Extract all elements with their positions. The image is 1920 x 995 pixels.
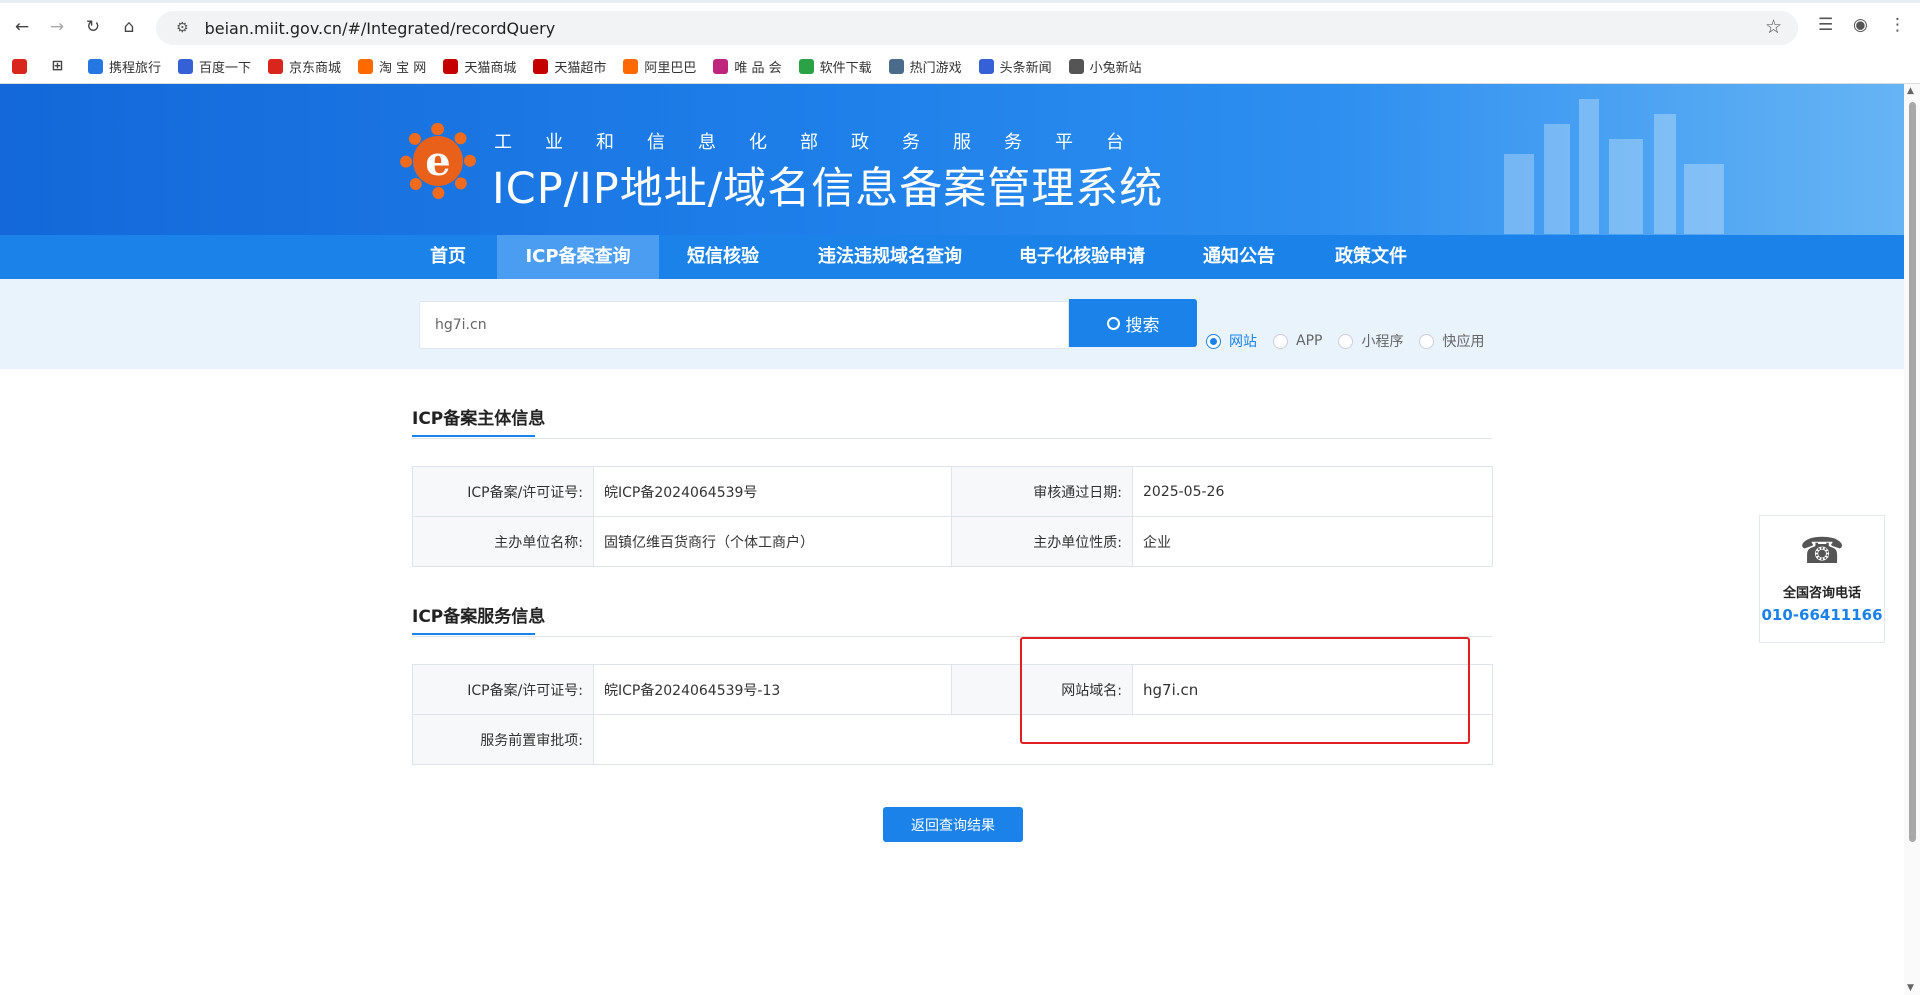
bookmark-star-icon[interactable]: ☆	[1765, 16, 1782, 38]
red-highlight-box	[1020, 637, 1470, 744]
bookmark-favicon-icon	[888, 59, 904, 74]
bookmark-favicon-icon	[533, 59, 549, 74]
approval-date-label: 审核通过日期:	[951, 466, 1133, 517]
scrollbar-thumb[interactable]	[1909, 102, 1916, 842]
table-row: ICP备案/许可证号: 皖ICP备2024064539号 审核通过日期: 202…	[412, 466, 1493, 517]
divider	[412, 438, 1492, 439]
url-text: beian.miit.gov.cn/#/Integrated/recordQue…	[204, 18, 556, 38]
bookmark-favicon-icon	[623, 59, 639, 74]
menu-dots-icon[interactable]: ⋮	[1889, 15, 1906, 35]
nav-home[interactable]: 首页	[415, 235, 481, 279]
reload-icon[interactable]: ↻	[79, 13, 107, 41]
bookmark-favicon-icon	[358, 59, 374, 74]
bookmark-favicon-icon	[268, 59, 284, 74]
service-license-label: ICP备案/许可证号:	[412, 664, 594, 715]
platform-subtitle: 工业和信息化部政务服务平台	[494, 132, 1157, 153]
nav-illegal-domain[interactable]: 违法违规域名查询	[807, 235, 973, 279]
bookmark-favicon-icon	[798, 59, 814, 74]
hotline-widget[interactable]: ☎ 全国咨询电话 010-66411166	[1759, 515, 1885, 643]
bookmark-favicon-icon	[713, 59, 729, 74]
bookmark-favicon-icon	[178, 59, 194, 74]
subject-section-title: ICP备案主体信息	[412, 404, 545, 437]
bookmark-favicon-icon	[1068, 59, 1084, 74]
nav-sms-verify[interactable]: 短信核验	[675, 235, 771, 279]
bookmark-red-icon[interactable]	[12, 59, 33, 74]
radio-website[interactable]: 网站	[1206, 331, 1257, 351]
bookmark-item[interactable]: 淘 宝 网	[358, 57, 426, 76]
bookmark-item[interactable]: 软件下载	[798, 57, 872, 76]
search-input[interactable]: hg7i.cn	[419, 301, 1069, 349]
radio-app[interactable]: APP	[1273, 333, 1322, 349]
search-button[interactable]: 搜索	[1069, 299, 1197, 347]
subject-license-value: 皖ICP备2024064539号	[593, 466, 952, 517]
bookmark-item[interactable]: 小兔新站	[1068, 57, 1142, 76]
org-nature-label: 主办单位性质:	[951, 516, 1133, 567]
service-section-title: ICP备案服务信息	[412, 602, 545, 635]
address-bar[interactable]: ⚙ beian.miit.gov.cn/#/Integrated/recordQ…	[156, 11, 1798, 45]
org-nature-value: 企业	[1132, 516, 1493, 567]
forward-arrow-icon[interactable]: →	[43, 13, 71, 41]
pre-approval-label: 服务前置审批项:	[412, 714, 594, 765]
back-to-results-button[interactable]: 返回查询结果	[883, 807, 1023, 842]
nav-notices[interactable]: 通知公告	[1191, 235, 1287, 279]
reading-list-icon[interactable]: ☰	[1818, 15, 1833, 35]
scroll-down-icon[interactable]: ▼	[1907, 983, 1914, 993]
org-name-label: 主办单位名称:	[412, 516, 594, 567]
bookmark-item[interactable]: 京东商城	[268, 57, 341, 76]
search-type-group: 网站 APP 小程序 快应用	[1206, 331, 1500, 351]
bookmark-item[interactable]: 阿里巴巴	[623, 57, 696, 76]
nav-icp-query[interactable]: ICP备案查询	[497, 235, 659, 279]
scroll-up-icon[interactable]: ▲	[1907, 86, 1914, 96]
home-icon[interactable]: ⌂	[115, 13, 143, 41]
radio-quickapp[interactable]: 快应用	[1419, 331, 1484, 351]
telephone-icon: ☎	[1799, 531, 1845, 572]
hotline-number: 010-66411166	[1761, 606, 1883, 624]
bookmark-item[interactable]: 百度一下	[178, 57, 251, 76]
nav-e-verify[interactable]: 电子化核验申请	[1009, 235, 1155, 279]
browser-toolbar: ← → ↻ ⌂ ⚙ beian.miit.gov.cn/#/Integrated…	[0, 0, 1920, 50]
service-license-value: 皖ICP备2024064539号-13	[593, 664, 952, 715]
subject-info-table: ICP备案/许可证号: 皖ICP备2024064539号 审核通过日期: 202…	[412, 466, 1493, 567]
hotline-label: 全国咨询电话	[1782, 586, 1861, 601]
apps-grid-icon[interactable]: ⊞	[50, 59, 71, 74]
city-skyline-image	[1504, 99, 1724, 234]
bookmark-favicon-icon	[88, 59, 103, 74]
search-icon	[1106, 316, 1120, 330]
radio-miniprogram[interactable]: 小程序	[1338, 331, 1403, 351]
bookmark-item[interactable]: 天猫商城	[443, 57, 516, 76]
page-scrollbar[interactable]: ▲ ▼	[1904, 84, 1920, 995]
subject-license-label: ICP备案/许可证号:	[412, 466, 594, 517]
bookmark-item[interactable]: 热门游戏	[888, 57, 962, 76]
profile-icon[interactable]: ◉	[1853, 15, 1868, 35]
search-area: hg7i.cn 搜索 网站 APP 小程序 快应用	[0, 279, 1904, 369]
back-arrow-icon[interactable]: ←	[8, 13, 36, 41]
org-name-value: 固镇亿维百货商行（个体工商户）	[593, 516, 952, 567]
site-banner: e 工业和信息化部政务服务平台 ICP/IP地址/域名信息备案管理系统	[0, 84, 1904, 235]
bookmarks-bar: ⊞ 携程旅行 百度一下 京东商城淘 宝 网天猫商城 天猫超市 阿里巴巴唯 品 会软件下载…	[0, 50, 1920, 84]
bookmark-item[interactable]: 头条新闻	[978, 57, 1052, 76]
table-row: 主办单位名称: 固镇亿维百货商行（个体工商户） 主办单位性质: 企业	[412, 516, 1493, 567]
site-info-icon[interactable]: ⚙	[176, 20, 189, 36]
bookmark-item[interactable]: 天猫超市	[533, 57, 606, 76]
nav-policy[interactable]: 政策文件	[1323, 235, 1419, 279]
bookmark-favicon-icon	[443, 59, 459, 74]
system-title: ICP/IP地址/域名信息备案管理系统	[492, 164, 1164, 214]
approval-date-value: 2025-05-26	[1132, 466, 1493, 517]
main-nav: 首页 ICP备案查询 短信核验 违法违规域名查询 电子化核验申请 通知公告 政策…	[0, 235, 1904, 279]
bookmark-item[interactable]: 携程旅行	[88, 57, 161, 76]
miit-logo[interactable]: e	[400, 123, 476, 199]
bookmark-favicon-icon	[978, 59, 994, 74]
bookmark-item[interactable]: 唯 品 会	[713, 57, 782, 76]
